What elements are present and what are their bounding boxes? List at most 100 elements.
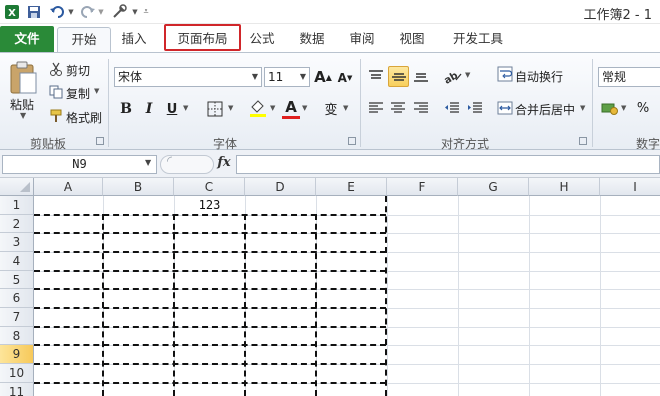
fill-color-dropdown-icon[interactable]: ▼ <box>270 104 275 112</box>
tab-review[interactable]: 审阅 <box>340 27 384 52</box>
tab-insert[interactable]: 插入 <box>112 27 156 52</box>
grow-font-label: A <box>314 68 326 86</box>
increase-indent-icon[interactable] <box>465 98 485 118</box>
align-center-icon[interactable] <box>388 98 408 118</box>
redo-dropdown-icon[interactable]: ▼ <box>97 4 105 20</box>
select-all-corner[interactable] <box>0 178 34 196</box>
copy-icon[interactable] <box>48 84 64 100</box>
row-header-3[interactable]: 3 <box>0 233 34 252</box>
number-format-select[interactable]: 常规 <box>598 67 660 87</box>
alignment-dialog-launcher-icon[interactable] <box>579 137 587 145</box>
tab-formulas[interactable]: 公式 <box>242 27 282 52</box>
font-size-select[interactable]: 11 ▼ <box>264 67 310 87</box>
orientation-dropdown-icon[interactable]: ▼ <box>465 71 470 79</box>
align-top-icon[interactable] <box>366 66 386 86</box>
italic-button[interactable]: I <box>139 99 159 119</box>
paste-dropdown-icon[interactable]: ▼ <box>20 111 26 120</box>
underline-button[interactable]: U <box>162 99 182 119</box>
tab-file[interactable]: 文件 <box>0 26 54 52</box>
name-box[interactable]: N9 <box>2 155 157 174</box>
column-header-g[interactable]: G <box>458 178 529 196</box>
borders-icon[interactable] <box>204 99 226 119</box>
tab-view[interactable]: 视图 <box>390 27 434 52</box>
font-color-button[interactable]: A <box>282 96 300 118</box>
wrap-text-icon[interactable] <box>496 65 514 83</box>
column-header-a[interactable]: A <box>34 178 103 196</box>
column-header-c[interactable]: C <box>174 178 245 196</box>
row-header-5[interactable]: 5 <box>0 271 34 289</box>
tool-dropdown-icon[interactable]: ▼ <box>131 4 139 20</box>
borders-dropdown-icon[interactable]: ▼ <box>228 104 233 112</box>
align-middle-icon[interactable] <box>388 66 409 87</box>
accounting-dropdown-icon[interactable]: ▼ <box>621 104 626 112</box>
cut-icon[interactable] <box>48 61 64 77</box>
shrink-font-button[interactable]: A ▼ <box>337 68 353 88</box>
row-header-11[interactable]: 11 <box>0 383 34 396</box>
align-bottom-icon[interactable] <box>411 66 431 86</box>
wrap-text-button[interactable]: 自动换行 <box>515 68 563 85</box>
phonetic-label: 变 <box>324 102 338 118</box>
font-dialog-launcher-icon[interactable] <box>348 137 356 145</box>
worksheet-grid[interactable]: A B C D E F G H I 1 2 3 4 5 6 7 8 9 10 1… <box>0 178 660 396</box>
dashed-border <box>34 232 386 234</box>
tab-developer[interactable]: 开发工具 <box>445 27 511 52</box>
undo-icon[interactable] <box>48 4 66 20</box>
merge-center-dropdown-icon[interactable]: ▼ <box>580 104 585 112</box>
copy-button[interactable]: 复制 <box>66 85 90 102</box>
grow-font-button[interactable]: A ▲ <box>314 66 332 88</box>
row-header-7[interactable]: 7 <box>0 308 34 327</box>
insert-function-button[interactable]: fx <box>214 155 234 174</box>
fill-color-icon[interactable] <box>247 97 269 119</box>
merge-center-icon[interactable] <box>496 99 514 117</box>
font-name-select[interactable]: 宋体 ▼ <box>114 67 262 87</box>
row-header-9[interactable]: 9 <box>0 345 34 364</box>
font-size-dropdown-icon[interactable]: ▼ <box>300 68 306 86</box>
tab-data[interactable]: 数据 <box>290 27 334 52</box>
group-divider <box>108 59 109 147</box>
font-color-dropdown-icon[interactable]: ▼ <box>302 104 307 112</box>
phonetic-dropdown-icon[interactable]: ▼ <box>343 104 348 112</box>
orientation-icon[interactable]: ab <box>442 66 464 86</box>
cell-c1[interactable]: 123 <box>174 198 245 212</box>
column-header-d[interactable]: D <box>245 178 316 196</box>
column-header-i[interactable]: I <box>600 178 660 196</box>
row-header-10[interactable]: 10 <box>0 364 34 383</box>
align-left-icon[interactable] <box>366 98 386 118</box>
format-painter-button[interactable]: 格式刷 <box>66 109 102 126</box>
percent-button[interactable]: % <box>634 98 652 118</box>
underline-dropdown-icon[interactable]: ▼ <box>183 104 188 112</box>
font-name-dropdown-icon[interactable]: ▼ <box>252 68 258 86</box>
merge-center-button[interactable]: 合并后居中 <box>515 101 575 118</box>
align-right-icon[interactable] <box>411 98 431 118</box>
row-header-6[interactable]: 6 <box>0 289 34 308</box>
column-header-f[interactable]: F <box>387 178 458 196</box>
bold-button[interactable]: B <box>116 99 136 119</box>
column-header-h[interactable]: H <box>529 178 600 196</box>
customize-tool-icon[interactable] <box>110 4 130 20</box>
clipboard-dialog-launcher-icon[interactable] <box>96 137 104 145</box>
formula-input[interactable] <box>236 155 660 174</box>
row-header-8[interactable]: 8 <box>0 327 34 345</box>
save-icon[interactable] <box>26 4 42 20</box>
row-header-1[interactable]: 1 <box>0 196 34 215</box>
customize-quick-access-icon[interactable]: ⩡ <box>141 4 151 20</box>
paste-icon[interactable] <box>6 57 40 97</box>
row-header-2[interactable]: 2 <box>0 215 34 233</box>
font-size-value: 11 <box>268 70 284 84</box>
copy-dropdown-icon[interactable]: ▼ <box>94 87 99 95</box>
undo-dropdown-icon[interactable]: ▼ <box>67 4 75 20</box>
format-painter-icon[interactable] <box>48 108 64 124</box>
column-header-e[interactable]: E <box>316 178 387 196</box>
phonetic-button[interactable]: 变 <box>320 97 342 119</box>
name-box-dropdown-icon[interactable]: ▼ <box>145 158 151 167</box>
dashed-border <box>34 288 386 290</box>
column-header-b[interactable]: B <box>103 178 174 196</box>
tab-home[interactable]: 开始 <box>57 27 111 52</box>
dashed-border <box>34 270 386 272</box>
cut-button[interactable]: 剪切 <box>66 62 90 79</box>
redo-icon[interactable] <box>80 4 96 20</box>
group-divider <box>592 59 593 147</box>
row-header-4[interactable]: 4 <box>0 252 34 271</box>
decrease-indent-icon[interactable] <box>442 98 462 118</box>
accounting-format-icon[interactable] <box>600 98 620 118</box>
